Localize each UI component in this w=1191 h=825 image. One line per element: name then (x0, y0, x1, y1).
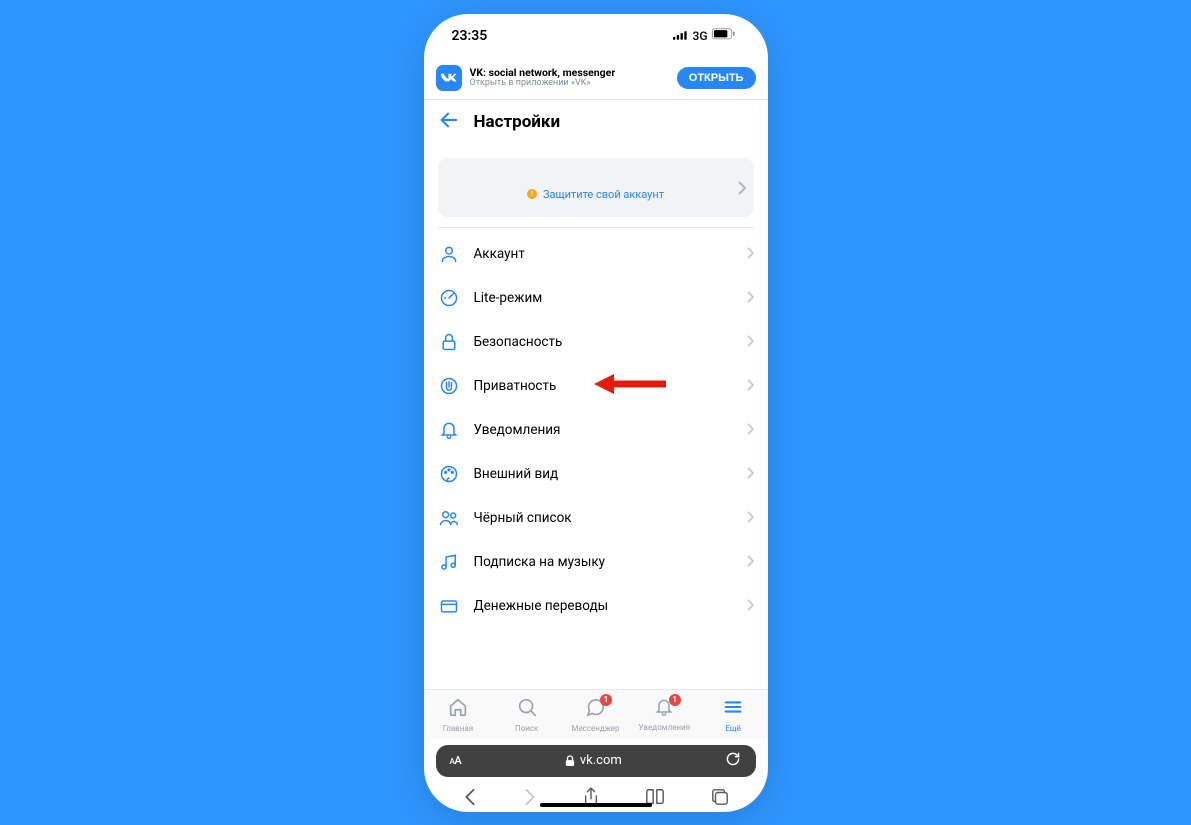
music-icon (438, 551, 460, 573)
bottom-nav: Главная Поиск Мессенджер 1 Уведомления 1… (424, 689, 768, 739)
nav-message[interactable]: Мессенджер 1 (561, 690, 630, 739)
chevron-right-icon (747, 552, 754, 571)
row-label: Lite-режим (474, 290, 733, 306)
row-label: Денежные переводы (474, 598, 733, 614)
row-label: Подписка на музыку (474, 554, 733, 570)
row-label: Уведомления (474, 422, 733, 438)
nav-label: Ещё (725, 724, 740, 733)
settings-row-lock[interactable]: Безопасность (424, 320, 768, 364)
back-arrow-icon[interactable] (438, 109, 460, 135)
nav-label: Главная (443, 724, 473, 733)
app-open-banner: VK: social network, messenger Открыть в … (424, 58, 768, 100)
phone-frame: 23:35 3G VK: social network, messenger О… (424, 14, 768, 812)
row-label: Приватность (474, 378, 733, 394)
signal-icon (673, 28, 689, 44)
status-indicators: 3G (673, 28, 736, 44)
user-icon (438, 243, 460, 265)
chevron-right-icon (747, 244, 754, 263)
chevron-right-icon (747, 596, 754, 615)
settings-row-music[interactable]: Подписка на музыку (424, 540, 768, 584)
bell-icon (438, 419, 460, 441)
chevron-right-icon (747, 288, 754, 307)
home-icon (447, 696, 469, 722)
nav-label: Поиск (515, 724, 538, 733)
chevron-right-icon (747, 332, 754, 351)
safari-toolbar (424, 781, 768, 812)
lock-icon (565, 755, 575, 767)
settings-row-gauge[interactable]: Lite-режим (424, 276, 768, 320)
protect-account-card[interactable]: ! Защитите свой аккаунт (438, 158, 754, 217)
lock-icon (438, 331, 460, 353)
search-icon (516, 696, 538, 722)
row-label: Внешний вид (474, 466, 733, 482)
tabs-icon[interactable] (711, 788, 729, 810)
notification-badge: 1 (600, 694, 612, 706)
browser-back-icon[interactable] (463, 788, 477, 810)
chevron-right-icon (747, 464, 754, 483)
chevron-right-icon (738, 180, 746, 199)
nav-bell[interactable]: Уведомления 1 (630, 690, 699, 739)
home-indicator (540, 803, 652, 807)
users-icon (438, 507, 460, 529)
protect-text: Защитите свой аккаунт (543, 188, 664, 201)
open-app-button[interactable]: ОТКРЫТЬ (677, 67, 756, 89)
status-bar: 23:35 3G (424, 14, 768, 58)
menu-icon (722, 696, 744, 722)
page-header: Настройки (424, 100, 768, 144)
url-text: vk.com (580, 753, 622, 768)
reload-icon[interactable] (725, 751, 741, 771)
palette-icon (438, 463, 460, 485)
nav-menu[interactable]: Ещё (699, 690, 768, 739)
chevron-right-icon (747, 420, 754, 439)
network-label: 3G (693, 29, 708, 43)
chevron-right-icon (747, 376, 754, 395)
card-icon (438, 595, 460, 617)
row-label: Аккаунт (474, 246, 733, 262)
battery-icon (712, 28, 736, 44)
settings-row-bell[interactable]: Уведомления (424, 408, 768, 452)
safari-address-bar[interactable]: AA vk.com (436, 745, 756, 777)
text-size-icon[interactable]: AA (450, 754, 462, 767)
url-display: vk.com (565, 753, 622, 768)
row-label: Чёрный список (474, 510, 733, 526)
banner-text: VK: social network, messenger Открыть в … (470, 67, 669, 88)
hand-icon (438, 375, 460, 397)
nav-label: Мессенджер (571, 724, 619, 733)
nav-search[interactable]: Поиск (492, 690, 561, 739)
settings-content: ! Защитите свой аккаунт Аккаунт Lite-реж… (424, 144, 768, 689)
notification-badge: 1 (669, 694, 681, 706)
nav-label: Уведомления (639, 723, 691, 732)
chevron-right-icon (747, 508, 754, 527)
warning-icon: ! (527, 189, 537, 199)
settings-row-card[interactable]: Денежные переводы (424, 584, 768, 628)
vk-logo-icon (436, 65, 462, 91)
row-label: Безопасность (474, 334, 733, 350)
page-title: Настройки (474, 112, 561, 132)
settings-row-palette[interactable]: Внешний вид (424, 452, 768, 496)
status-time: 23:35 (452, 28, 488, 44)
settings-menu: Аккаунт Lite-режим Безопасность Приватно… (424, 228, 768, 628)
settings-row-users[interactable]: Чёрный список (424, 496, 768, 540)
settings-row-user[interactable]: Аккаунт (424, 232, 768, 276)
settings-row-hand[interactable]: Приватность (424, 364, 768, 408)
browser-forward-icon[interactable] (523, 788, 537, 810)
share-icon[interactable] (583, 787, 599, 811)
nav-home[interactable]: Главная (424, 690, 493, 739)
gauge-icon (438, 287, 460, 309)
banner-subtitle: Открыть в приложении «VK» (470, 79, 669, 89)
